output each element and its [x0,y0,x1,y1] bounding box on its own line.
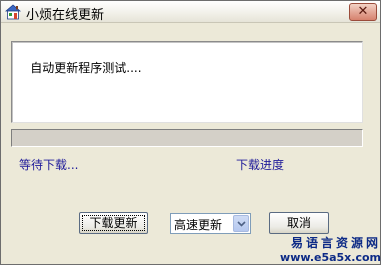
close-icon: ✕ [357,4,369,19]
log-text: 自动更新程序测试.... [30,61,142,75]
updater-window: 小烦在线更新 ✕ 自动更新程序测试.... 等待下载... 下载进度 下载更新 … [0,0,381,265]
cancel-label: 取消 [286,216,311,230]
watermark-url: www.e5a5x.com [280,251,381,264]
log-textbox[interactable]: 自动更新程序测试.... [11,41,363,123]
chevron-down-icon [237,221,246,227]
site-watermark: 易语言资源网 www.e5a5x.com [271,237,381,264]
focus-rectangle [82,215,145,231]
progress-label: 下载进度 [236,158,285,172]
title-bar[interactable]: 小烦在线更新 ✕ [1,1,380,23]
update-mode-value: 高速更新 [174,218,223,232]
download-progress-bar [11,129,363,147]
download-update-button[interactable]: 下载更新 [79,212,148,234]
dropdown-arrow-button[interactable] [233,215,249,232]
house-icon [4,4,22,20]
status-label: 等待下载... [19,158,79,172]
update-mode-select[interactable]: 高速更新 [170,213,251,234]
cancel-button[interactable]: 取消 [269,212,329,234]
watermark-chinese: 易语言资源网 [290,236,381,250]
window-title: 小烦在线更新 [26,8,105,23]
close-button[interactable]: ✕ [349,3,377,21]
